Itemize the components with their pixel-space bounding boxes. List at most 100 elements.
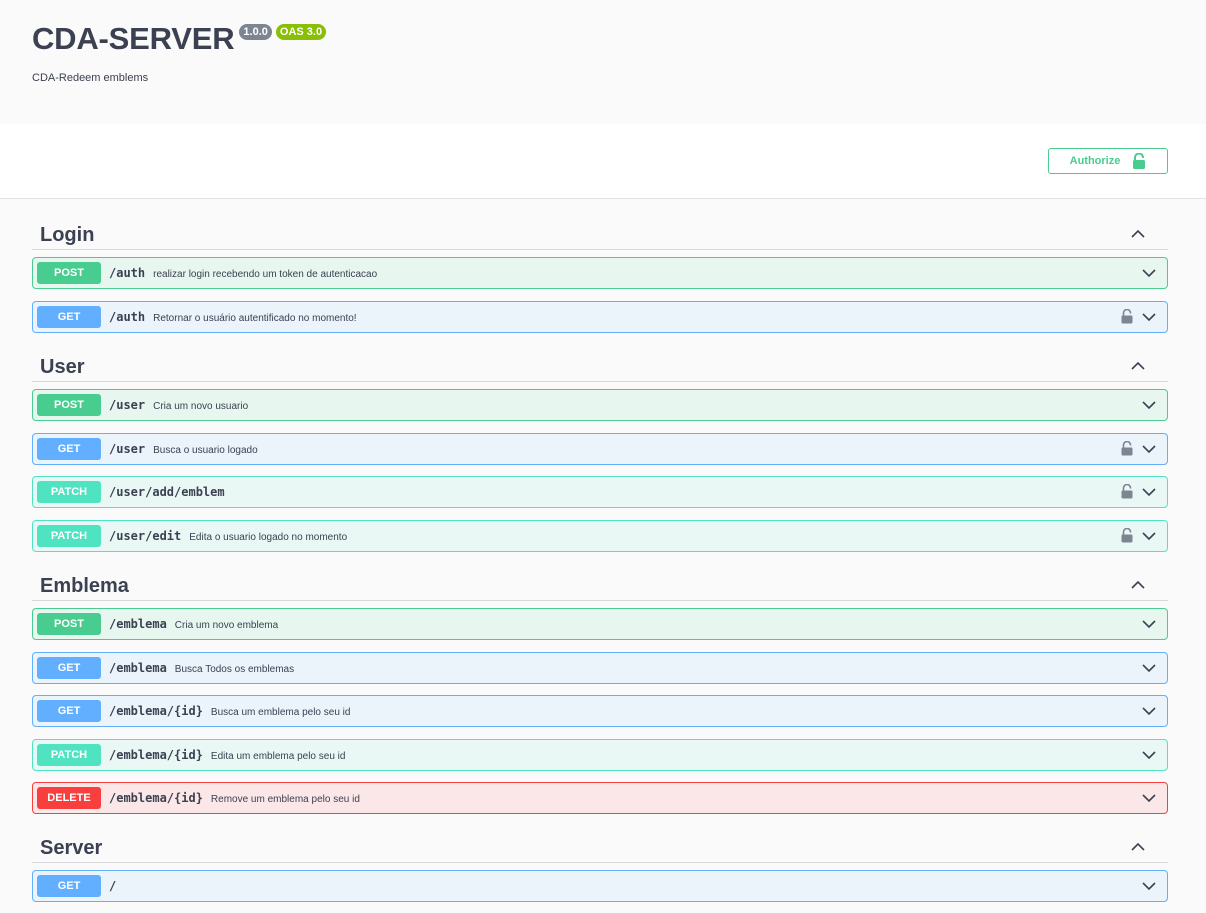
operation-path: /emblema	[109, 661, 167, 675]
chevron-down-icon	[1142, 794, 1156, 803]
operation-path: /user/edit	[109, 529, 182, 543]
operation-summary: Busca o usuario logado	[153, 445, 258, 456]
operation-path-row: /auth realizar login recebendo um token d…	[109, 266, 377, 280]
authorize-button[interactable]: Authorize	[1048, 148, 1168, 174]
tag-section-server: Server GET /	[32, 828, 1168, 902]
tag-section-login: Login POST/auth realizar login recebendo u…	[32, 215, 1168, 333]
api-title: CDA-SERVER	[32, 21, 235, 56]
method-badge: PATCH	[37, 481, 101, 503]
api-description: CDA-Redeem emblems	[32, 72, 149, 84]
operation-path-row: /emblema Cria um novo emblema	[109, 617, 278, 631]
operation-post[interactable]: POST/emblema Cria um novo emblema	[32, 608, 1168, 640]
tag-name: Server	[40, 837, 103, 859]
operation-summary: Edita um emblema pelo seu id	[210, 751, 346, 762]
chevron-down-icon	[1142, 313, 1156, 322]
operation-delete[interactable]: DELETE/emblema/{id} Remove um emblema pel…	[32, 782, 1168, 814]
tag-name: User	[40, 356, 85, 378]
operation-path-row: /emblema/{id} Edita um emblema pelo seu i…	[109, 748, 345, 762]
chevron-down-icon	[1142, 445, 1156, 454]
chevron-down-icon	[1142, 882, 1156, 891]
operation-path-row: /emblema/{id} Busca um emblema pelo seu i…	[109, 704, 350, 718]
operation-summary: Remove um emblema pelo seu id	[210, 794, 360, 805]
tag-name: Login	[40, 224, 95, 246]
method-badge: POST	[37, 394, 101, 416]
chevron-down-icon	[1142, 664, 1156, 673]
method-badge: DELETE	[37, 787, 101, 809]
method-badge: PATCH	[37, 525, 101, 547]
operation-post[interactable]: POST/user Cria um novo usuario	[32, 389, 1168, 421]
chevron-up-icon	[1131, 842, 1145, 851]
operation-path: /emblema	[109, 617, 167, 631]
operation-path-row: /emblema Busca Todos os emblemas	[109, 661, 294, 675]
operation-summary: Retornar o usuário autentificado no mome…	[153, 313, 357, 324]
operation-summary: Cria um novo usuario	[153, 401, 249, 412]
operation-get[interactable]: GET/emblema Busca Todos os emblemas	[32, 652, 1168, 684]
operation-patch[interactable]: PATCH/user/edit Edita o usuario logado no…	[32, 520, 1168, 552]
tag-header[interactable]: Login	[32, 215, 1168, 250]
chevron-up-icon	[1131, 361, 1145, 370]
tag-header[interactable]: User	[32, 347, 1168, 382]
lock-open-icon	[1133, 153, 1146, 169]
method-badge: GET	[37, 700, 101, 722]
operation-path: /user	[109, 442, 146, 456]
operation-path-row: /	[109, 879, 116, 893]
tag-header[interactable]: Server	[32, 828, 1168, 863]
operation-summary: realizar login recebendo um token de aut…	[153, 269, 378, 280]
operation-path: /user	[109, 398, 146, 412]
lock-open-icon[interactable]	[1121, 309, 1133, 324]
method-badge: PATCH	[37, 744, 101, 766]
operation-path-row: /user/add/emblem	[109, 485, 225, 499]
info-section: CDA-SERVER 1.0.0 OAS 3.0 CDA-Redeem embl…	[0, 0, 1206, 124]
method-badge: GET	[37, 875, 101, 897]
chevron-down-icon	[1142, 707, 1156, 716]
operation-post[interactable]: POST/auth realizar login recebendo um tok…	[32, 257, 1168, 289]
operation-get[interactable]: GET/emblema/{id} Busca um emblema pelo se…	[32, 695, 1168, 727]
method-badge: POST	[37, 613, 101, 635]
lock-open-icon[interactable]	[1121, 441, 1133, 456]
operation-path-row: /user/edit Edita o usuario logado no mome…	[109, 529, 347, 543]
method-badge: POST	[37, 262, 101, 284]
operation-path: /	[109, 879, 117, 893]
chevron-up-icon	[1131, 229, 1145, 238]
operation-path: /emblema/{id}	[109, 791, 203, 805]
chevron-down-icon	[1142, 401, 1156, 410]
operation-patch[interactable]: PATCH/emblema/{id} Edita um emblema pelo …	[32, 739, 1168, 771]
tag-header[interactable]: Emblema	[32, 566, 1168, 601]
operation-path-row: /user Busca o usuario logado	[109, 442, 258, 456]
operation-summary: Busca Todos os emblemas	[174, 664, 295, 675]
operation-get[interactable]: GET /	[32, 870, 1168, 902]
operation-summary: Edita o usuario logado no momento	[189, 532, 348, 543]
oas-badge: OAS 3.0	[275, 24, 327, 40]
operation-summary: Cria um novo emblema	[174, 620, 279, 631]
lock-open-icon[interactable]	[1121, 484, 1133, 499]
chevron-up-icon	[1131, 580, 1145, 589]
operation-get[interactable]: GET/user Busca o usuario logado	[32, 433, 1168, 465]
method-badge: GET	[37, 657, 101, 679]
tag-section-emblema: Emblema POST/emblema Cria um novo emblema G…	[32, 566, 1168, 814]
operation-path: /auth	[109, 266, 146, 280]
tag-name: Emblema	[40, 575, 129, 597]
lock-open-icon[interactable]	[1121, 528, 1133, 543]
version-badge: 1.0.0	[239, 24, 272, 40]
authorize-label: Authorize	[1069, 155, 1121, 167]
operation-path: /emblema/{id}	[109, 704, 203, 718]
chevron-down-icon	[1142, 532, 1156, 541]
operation-path-row: /auth Retornar o usuário autentificado no…	[109, 310, 357, 324]
title-row: CDA-SERVER 1.0.0 OAS 3.0	[32, 20, 327, 58]
chevron-down-icon	[1142, 751, 1156, 760]
operation-summary: Busca um emblema pelo seu id	[210, 707, 351, 718]
chevron-down-icon	[1142, 269, 1156, 278]
operation-path: /emblema/{id}	[109, 748, 203, 762]
operation-path-row: /emblema/{id} Remove um emblema pelo seu …	[109, 791, 360, 805]
operation-path: /auth	[109, 310, 146, 324]
method-badge: GET	[37, 438, 101, 460]
operation-get[interactable]: GET/auth Retornar o usuário autentificado…	[32, 301, 1168, 333]
method-badge: GET	[37, 306, 101, 328]
chevron-down-icon	[1142, 488, 1156, 497]
operation-path-row: /user Cria um novo usuario	[109, 398, 248, 412]
operation-patch[interactable]: PATCH/user/add/emblem	[32, 476, 1168, 508]
operation-path: /user/add/emblem	[109, 485, 225, 499]
chevron-down-icon	[1142, 620, 1156, 629]
scheme-container: Authorize	[0, 124, 1206, 199]
tag-section-user: User POST/user Cria um novo usuario GET/use…	[32, 347, 1168, 552]
